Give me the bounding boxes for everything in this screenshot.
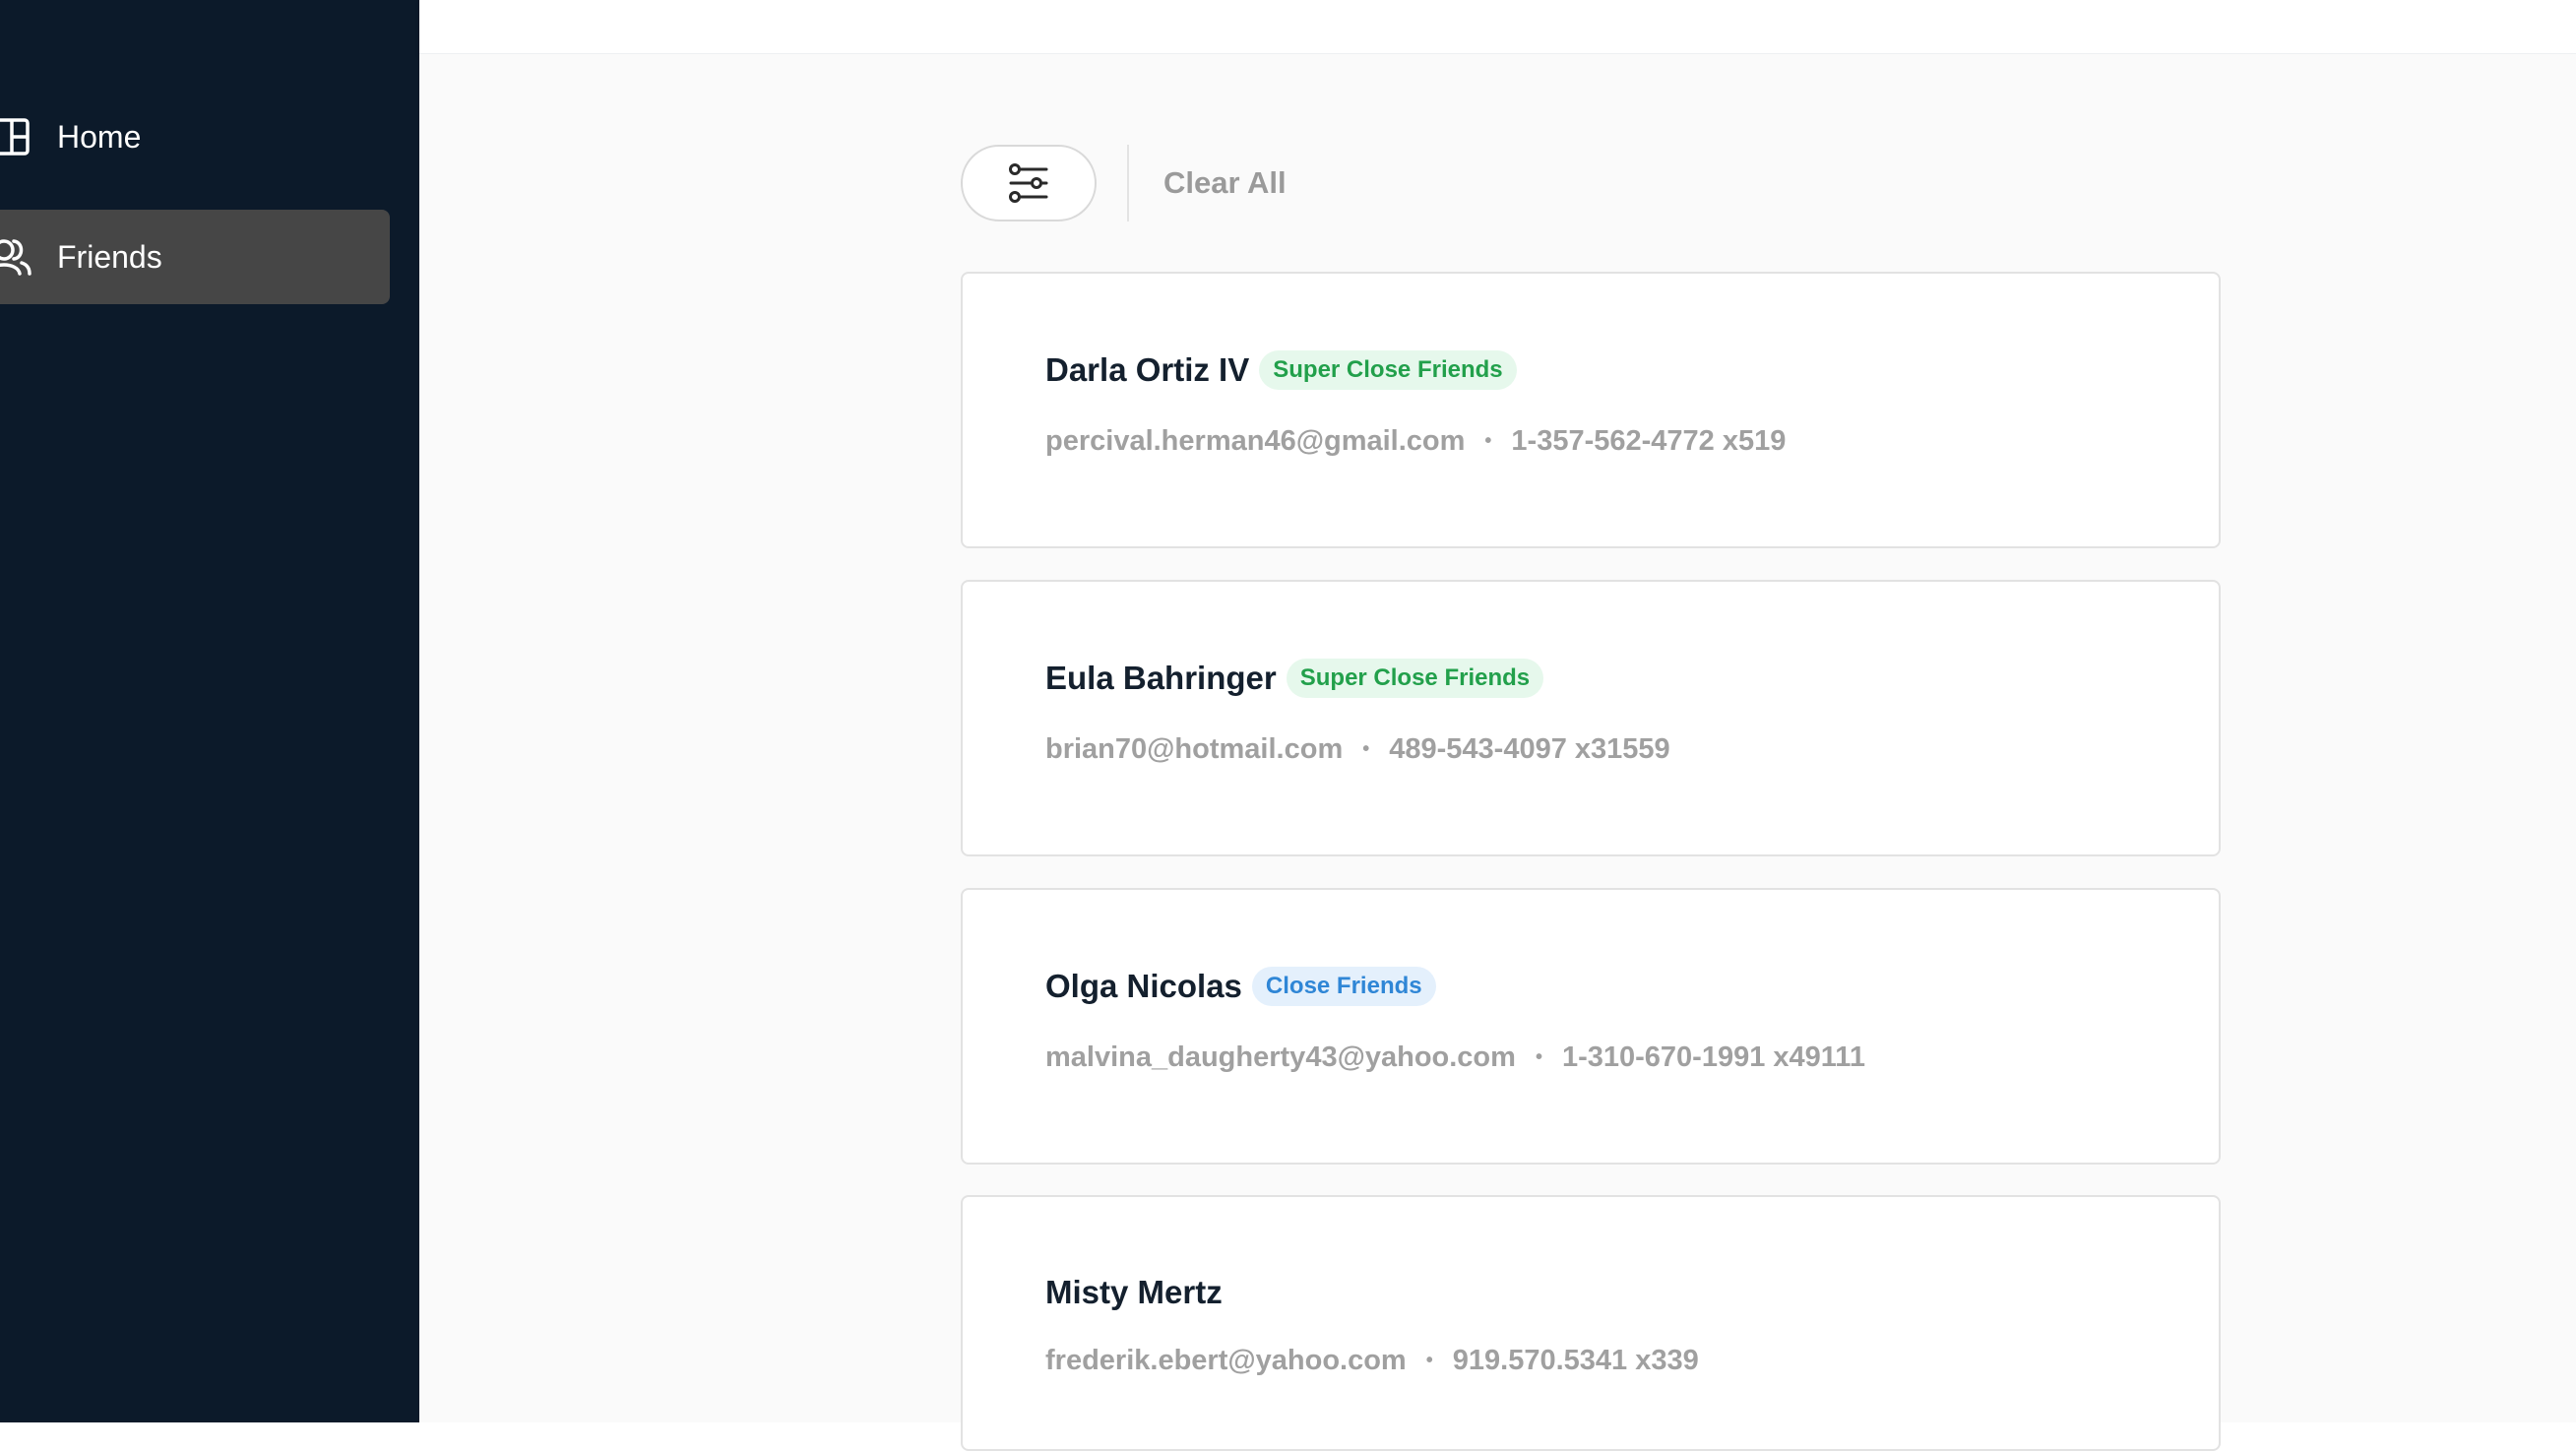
friend-email: malvina_daugherty43@yahoo.com (1045, 1041, 1516, 1073)
detail-separator: • (1362, 738, 1370, 760)
friend-email: percival.herman46@gmail.com (1045, 425, 1466, 457)
friend-card[interactable]: Eula Bahringer Super Close Friends brian… (961, 580, 2221, 856)
friend-phone: 489-543-4097 x31559 (1389, 733, 1670, 765)
users-icon (0, 239, 31, 276)
friend-name: Eula Bahringer (1045, 660, 1277, 696)
friend-phone: 1-310-670-1991 x49111 (1561, 1041, 1865, 1073)
friend-details: malvina_daugherty43@yahoo.com • 1-310-67… (1045, 1041, 1865, 1074)
toolbar-divider (1127, 145, 1129, 221)
friend-details: frederik.ebert@yahoo.com • 919.570.5341 … (1045, 1345, 1699, 1377)
detail-separator: • (1535, 1046, 1542, 1068)
friend-details: brian70@hotmail.com • 489-543-4097 x3155… (1045, 733, 1670, 766)
sidebar-item-label: Friends (57, 238, 162, 275)
friend-name: Olga Nicolas (1045, 968, 1242, 1004)
sidebar-item-home[interactable]: Home (0, 90, 390, 184)
friend-email: brian70@hotmail.com (1045, 733, 1344, 765)
friend-card[interactable]: Olga Nicolas Close Friends malvina_daugh… (961, 888, 2221, 1165)
friend-badge: Super Close Friends (1259, 350, 1517, 390)
friend-badge: Super Close Friends (1286, 659, 1544, 698)
detail-separator: • (1425, 1350, 1433, 1371)
filter-button[interactable] (961, 145, 1097, 221)
friend-name: Misty Mertz (1045, 1274, 1223, 1310)
friend-card[interactable]: Misty Mertz frederik.ebert@yahoo.com • 9… (961, 1195, 2221, 1451)
friend-card[interactable]: Darla Ortiz IV Super Close Friends perci… (961, 272, 2221, 548)
detail-separator: • (1484, 430, 1492, 452)
friend-phone: 919.570.5341 x339 (1452, 1345, 1699, 1376)
friend-card-header: Olga Nicolas Close Friends (1045, 967, 1436, 1006)
layout-icon (0, 118, 30, 156)
clear-all-button[interactable]: Clear All (1163, 163, 1287, 203)
sidebar-item-friends[interactable]: Friends (0, 210, 390, 304)
sidebar: Home Friends (0, 0, 419, 1422)
friend-details: percival.herman46@gmail.com • 1-357-562-… (1045, 425, 1786, 458)
friend-card-header: Misty Mertz (1045, 1274, 1223, 1311)
sidebar-item-label: Home (57, 118, 142, 155)
friend-name: Darla Ortiz IV (1045, 351, 1250, 388)
friend-email: frederik.ebert@yahoo.com (1045, 1345, 1407, 1376)
friend-phone: 1-357-562-4772 x519 (1511, 425, 1787, 457)
friend-card-header: Darla Ortiz IV Super Close Friends (1045, 350, 1517, 390)
friend-card-header: Eula Bahringer Super Close Friends (1045, 659, 1544, 698)
friend-badge: Close Friends (1251, 967, 1436, 1006)
top-bar (419, 0, 2576, 54)
sliders-icon (1009, 163, 1048, 203)
